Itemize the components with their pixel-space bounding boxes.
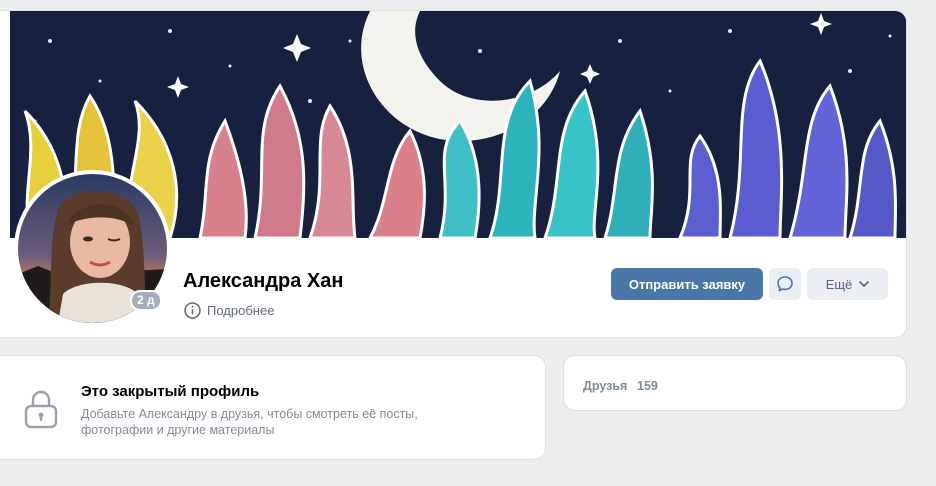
info-icon (184, 302, 201, 319)
send-friend-request-button[interactable]: Отправить заявку (611, 268, 763, 300)
more-info-link[interactable]: Подробнее (184, 302, 274, 319)
private-profile-description: Добавьте Александру в друзья, чтобы смот… (81, 407, 418, 437)
private-profile-title: Это закрытый профиль (81, 383, 260, 400)
friends-card[interactable]: Друзья 159 (563, 355, 907, 411)
more-actions-button[interactable]: Ещё (807, 268, 888, 300)
friends-count: 159 (637, 379, 658, 393)
profile-name: Александра Хан (183, 270, 344, 292)
chevron-down-icon (859, 281, 870, 287)
profile-header-card: 2 д Александра Хан Подробнее Отправить з… (0, 10, 907, 338)
more-actions-label: Ещё (825, 276, 853, 292)
more-info-label: Подробнее (207, 303, 275, 318)
lock-icon (24, 390, 58, 429)
message-icon (777, 276, 793, 292)
message-button[interactable] (769, 268, 801, 300)
last-seen-badge: 2 д (130, 290, 162, 311)
friends-label: Друзья (583, 379, 628, 393)
private-profile-card: Это закрытый профиль Добавьте Александру… (0, 355, 546, 460)
